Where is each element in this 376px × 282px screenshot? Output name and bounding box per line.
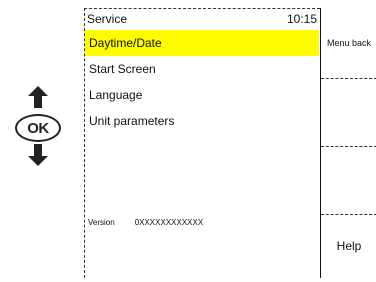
- screen-title: Service: [87, 11, 128, 26]
- clock-time: 10:15: [286, 11, 317, 26]
- navigation-pad: OK: [12, 86, 66, 176]
- softkey-panel: Menu back Help: [320, 8, 376, 278]
- menu-item-unit-parameters[interactable]: Unit parameters: [85, 108, 319, 134]
- softkey-2[interactable]: [321, 79, 376, 146]
- version-value: 0XXXXXXXXXXXX: [134, 218, 204, 227]
- ok-button[interactable]: OK: [15, 114, 61, 142]
- version-info: Version 0XXXXXXXXXXXX: [88, 218, 203, 227]
- menu-item-start-screen[interactable]: Start Screen: [85, 56, 319, 82]
- softkey-3[interactable]: [321, 147, 376, 214]
- display-screen: Service 10:15 Daytime/Date Start Screen …: [84, 8, 320, 278]
- version-label: Version: [88, 218, 115, 227]
- menu-back-button[interactable]: Menu back: [321, 8, 376, 78]
- menu-item-language[interactable]: Language: [85, 82, 319, 108]
- help-button[interactable]: Help: [321, 214, 376, 278]
- menu-item-daytime-date[interactable]: Daytime/Date: [85, 30, 319, 56]
- arrow-up-icon[interactable]: [28, 86, 48, 108]
- screen-header: Service 10:15: [85, 9, 319, 28]
- service-menu: Daytime/Date Start Screen Language Unit …: [85, 30, 319, 134]
- arrow-down-icon[interactable]: [28, 144, 48, 166]
